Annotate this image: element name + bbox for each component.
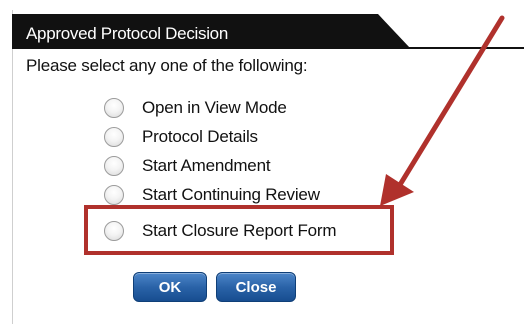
ok-button[interactable]: OK [133,272,207,302]
close-button[interactable]: Close [216,272,296,302]
